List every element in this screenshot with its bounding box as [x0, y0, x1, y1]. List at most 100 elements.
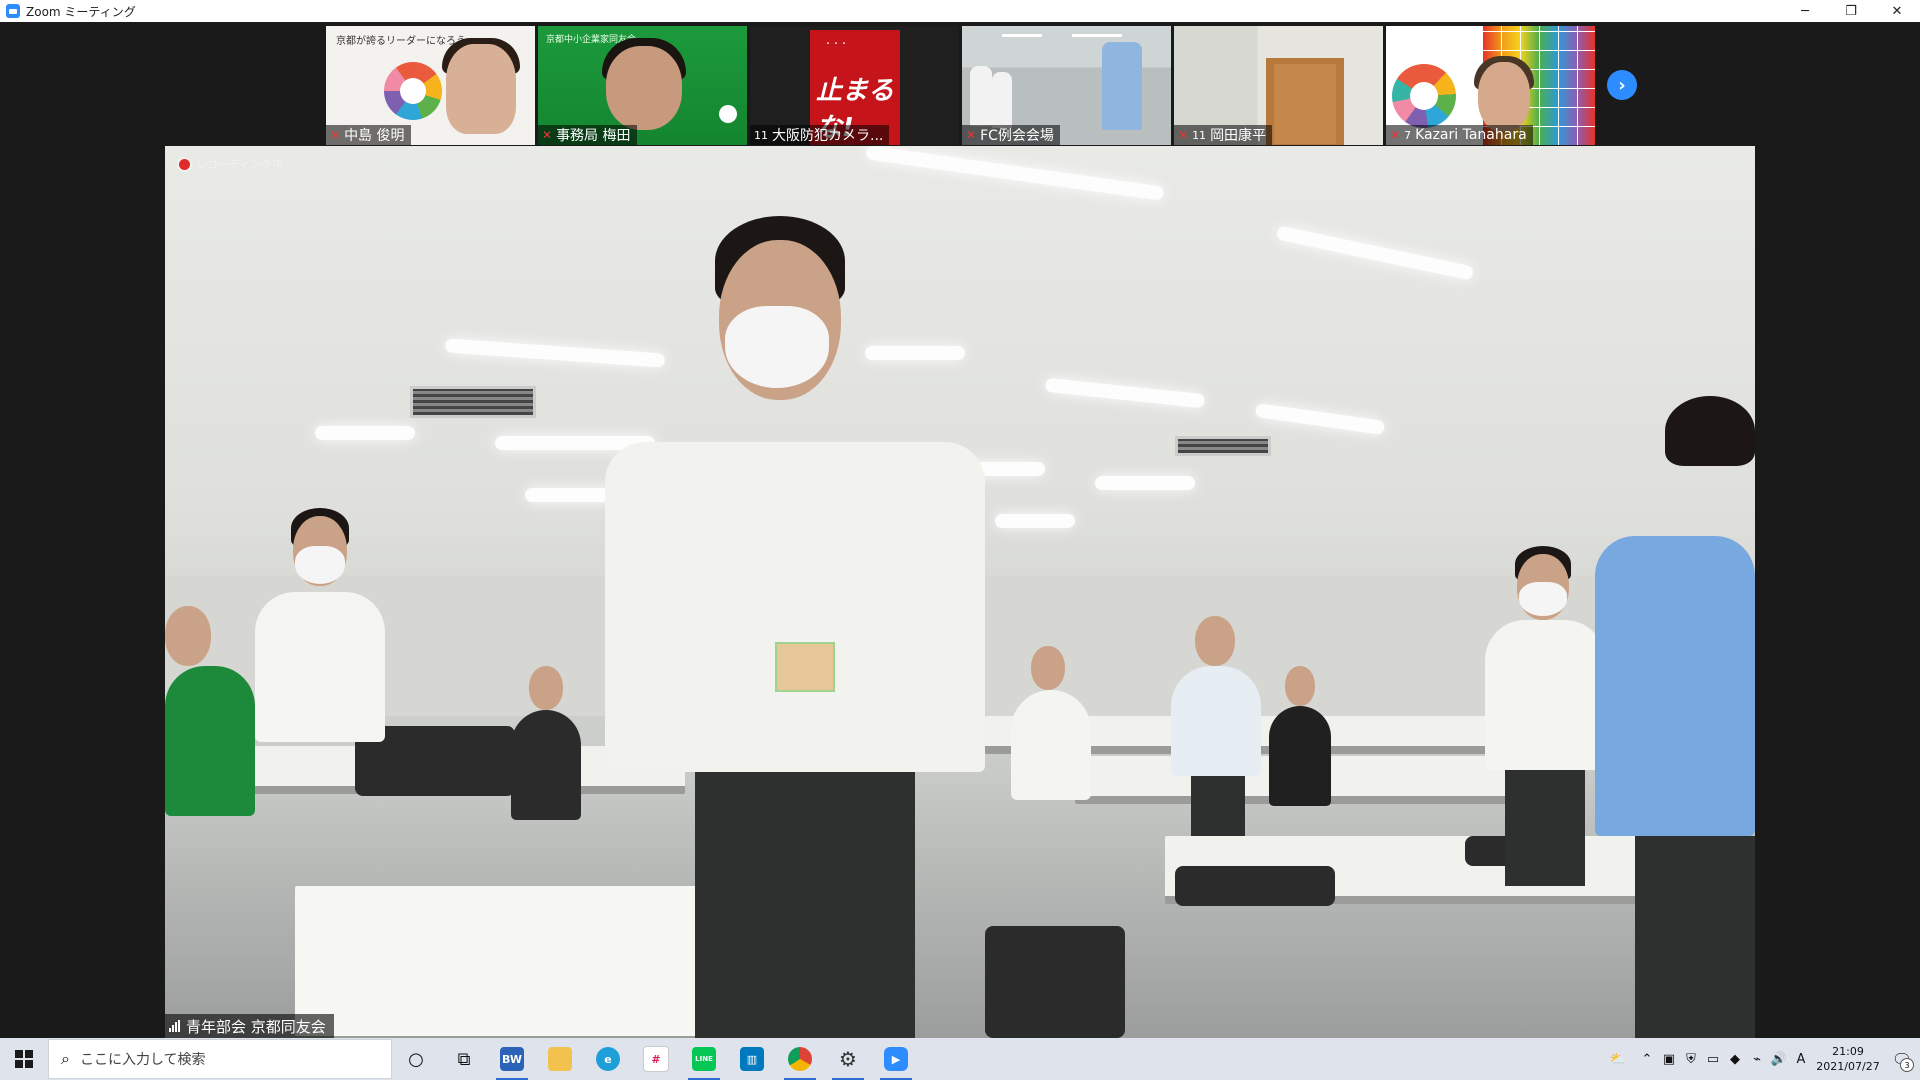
person-shirt — [165, 666, 255, 816]
person-figure — [970, 66, 992, 126]
participant-name-label: ✕ 中島 俊明 — [326, 125, 411, 145]
ceiling-light — [1095, 476, 1195, 490]
volume-icon[interactable]: 🔊 — [1768, 1038, 1790, 1080]
participant-face — [606, 46, 682, 130]
system-tray: ⛅ ⌃ ▣ ⛨ ▭ ◆ ⌁ 🔊 A 21:09 2021/07/27 🗨 3 — [1600, 1038, 1920, 1080]
zoom-glyph: ▶ — [884, 1047, 908, 1071]
security-icon[interactable]: ⛨ — [1680, 1038, 1702, 1080]
ime-indicator[interactable]: A — [1790, 1038, 1812, 1080]
participant-number: 7 — [1404, 128, 1412, 142]
recording-dot-icon — [179, 158, 190, 170]
participant-number: 11 — [1192, 128, 1207, 142]
recording-indicator[interactable]: レコーディング中 — [179, 156, 283, 172]
chrome-glyph — [788, 1047, 812, 1071]
line-icon[interactable]: LINE — [680, 1038, 728, 1080]
person-figure — [1265, 666, 1335, 826]
ceiling-vent — [1175, 436, 1271, 456]
person-shirt — [1171, 666, 1261, 776]
person-shirt — [511, 710, 581, 820]
ceiling-light — [865, 146, 1165, 201]
close-button[interactable]: ✕ — [1874, 0, 1920, 22]
poster-caption: ・・・ — [824, 39, 848, 48]
active-speaker-video[interactable]: レコーディング中 青年部会 京都同友会 — [165, 146, 1755, 1038]
participant-tile[interactable]: ✕ 11 岡田康平 — [1174, 26, 1383, 145]
edge-glyph: e — [596, 1047, 620, 1071]
slack-glyph: # — [643, 1046, 669, 1072]
ceiling-light — [1044, 377, 1206, 409]
person-shirt — [1011, 690, 1091, 800]
person-head — [1031, 646, 1065, 690]
face-mask — [295, 546, 345, 584]
edge-icon[interactable]: e — [584, 1038, 632, 1080]
participant-tile[interactable]: ✕ 7 Kazari Tanahara — [1386, 26, 1595, 145]
recording-label: レコーディング中 — [196, 158, 284, 171]
meet-now-icon[interactable]: ▣ — [1658, 1038, 1680, 1080]
minimize-button[interactable]: ─ — [1782, 0, 1828, 22]
participant-tile[interactable]: ✕ FC例会会場 — [962, 26, 1171, 145]
person-shirt — [1485, 620, 1605, 770]
settings-glyph: ⚙ — [839, 1047, 857, 1071]
person-figure — [1485, 546, 1605, 886]
person-figure — [505, 666, 585, 846]
taskbar-search-box[interactable]: ⌕ ここに入力して検索 — [48, 1039, 392, 1079]
speaker-name-label: 青年部会 京都同友会 — [165, 1014, 334, 1038]
chevron-right-icon[interactable]: › — [1607, 70, 1637, 100]
participant-name: 中島 俊明 — [344, 128, 405, 144]
ceiling-light — [315, 426, 415, 440]
ceiling-light — [1254, 403, 1386, 435]
person-figure — [255, 506, 385, 846]
taskbar-clock[interactable]: 21:09 2021/07/27 — [1812, 1044, 1884, 1074]
mic-muted-icon: ✕ — [542, 128, 553, 142]
person-hair — [1665, 396, 1755, 466]
person-shirt — [1595, 536, 1755, 836]
restore-button[interactable]: ❐ — [1828, 0, 1874, 22]
participant-tile[interactable]: 京都中小企業家同友会 ✕ 事務局 梅田 — [538, 26, 747, 145]
folder-glyph — [548, 1047, 572, 1071]
notification-center-icon[interactable]: 🗨 3 — [1884, 1038, 1920, 1080]
network-icon[interactable]: ⌁ — [1746, 1038, 1768, 1080]
participant-name: 大阪防犯カメラ... — [772, 128, 884, 144]
clock-time: 21:09 — [1832, 1045, 1864, 1058]
connection-signal-icon — [169, 1020, 180, 1032]
cortana-icon[interactable]: ○ — [392, 1038, 440, 1080]
bizweb-icon[interactable]: BW — [488, 1038, 536, 1080]
zoom-icon[interactable]: ▶ — [872, 1038, 920, 1080]
participant-tile[interactable]: ・・・ 止まるな! 11 大阪防犯カメラ... — [750, 26, 959, 145]
participant-face — [446, 44, 516, 134]
person-head — [1195, 616, 1235, 666]
person-shirt — [1269, 706, 1331, 806]
person-pants — [1635, 836, 1755, 1038]
sdgs-wheel-graphic — [384, 62, 442, 120]
name-badge — [775, 642, 835, 692]
person-head — [1285, 666, 1315, 706]
person-pants — [1191, 776, 1245, 836]
dropbox-icon[interactable]: ◆ — [1724, 1038, 1746, 1080]
participant-strip: 京都が誇るリーダーになろう ✕ 中島 俊明 京都中小企業家同友会 ✕ 事務局 梅… — [326, 26, 1595, 145]
ceiling-light — [995, 514, 1075, 528]
ceiling-light — [1002, 34, 1042, 37]
office-chair — [1175, 866, 1335, 906]
person-pants — [695, 772, 915, 1038]
participant-name: FC例会会場 — [980, 128, 1054, 144]
participant-name-label: ✕ FC例会会場 — [962, 125, 1060, 145]
zoom-app-icon — [6, 4, 20, 18]
settings-icon[interactable]: ⚙ — [824, 1038, 872, 1080]
bizweb-glyph: BW — [500, 1047, 524, 1071]
meeting-stage: 京都が誇るリーダーになろう ✕ 中島 俊明 京都中小企業家同友会 ✕ 事務局 梅… — [0, 22, 1920, 1038]
display-icon[interactable]: ▭ — [1702, 1038, 1724, 1080]
participant-name: 岡田康平 — [1210, 128, 1267, 144]
start-button[interactable] — [0, 1038, 48, 1080]
participant-tile[interactable]: 京都が誇るリーダーになろう ✕ 中島 俊明 — [326, 26, 535, 145]
ceiling-light — [1275, 225, 1475, 281]
person-figure — [165, 596, 255, 896]
trello-icon[interactable]: ▥ — [728, 1038, 776, 1080]
slack-icon[interactable]: # — [632, 1038, 680, 1080]
file-explorer-icon[interactable] — [536, 1038, 584, 1080]
weather-icon[interactable]: ⛅ — [1600, 1038, 1636, 1080]
chrome-icon[interactable] — [776, 1038, 824, 1080]
organization-logo-icon — [719, 105, 737, 123]
task-view-glyph: ⧉ — [457, 1048, 471, 1070]
chevron-up-icon[interactable]: ⌃ — [1636, 1038, 1658, 1080]
task-view-icon[interactable]: ⧉ — [440, 1038, 488, 1080]
person-figure — [1595, 396, 1755, 1038]
